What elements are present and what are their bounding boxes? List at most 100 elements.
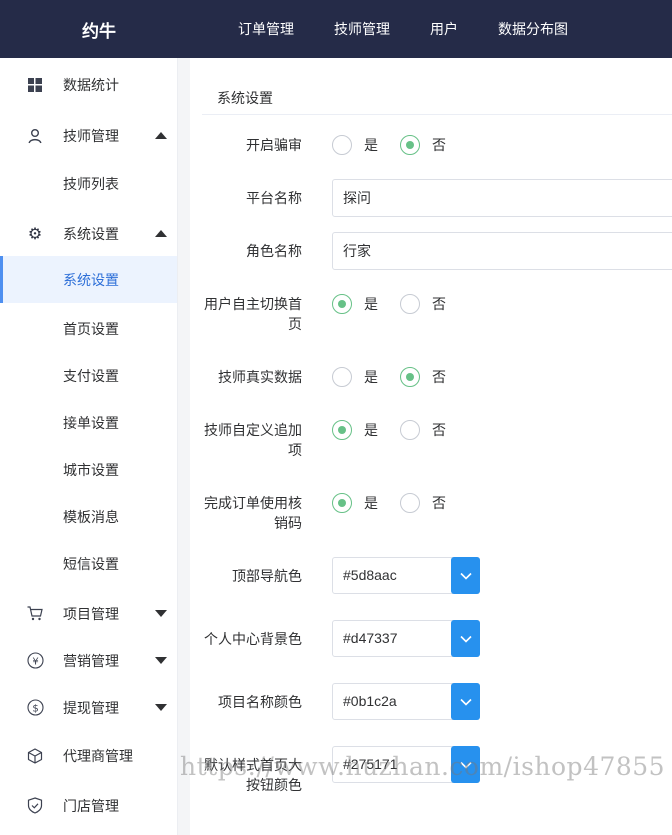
radio-label: 是 [364,296,378,312]
chevron-down-icon [155,610,167,617]
custom-items-label: 技师自定义追加 项 [190,420,302,460]
item-name-color-picker[interactable]: #0b1c2a [332,683,480,720]
real-data-no-radio[interactable]: 否 [400,367,446,387]
radio-label: 是 [364,137,378,153]
label-line: 按钮颜色 [246,777,302,793]
radio-label: 是 [364,495,378,511]
custom-items-yes-radio[interactable]: 是 [332,420,378,440]
app-logo[interactable]: 约牛 [0,0,198,58]
radio-label: 否 [432,495,446,511]
sidebar-item-label: 支付设置 [63,367,119,384]
radio-label: 否 [432,422,446,438]
top-nav-bar: 约牛 订单管理 技师管理 用户 数据分布图 [0,0,672,58]
radio-circle-checked [332,420,352,440]
nav-data-distribution[interactable]: 数据分布图 [478,0,588,58]
sidebar-item-city-settings[interactable]: 城市设置 [0,446,177,493]
review-no-radio[interactable]: 否 [400,135,446,155]
sidebar-item-label: 提现管理 [63,699,119,716]
color-value: #0b1c2a [343,693,397,709]
chevron-down-icon[interactable] [451,557,480,594]
cube-icon [24,745,46,767]
nav-orders[interactable]: 订单管理 [198,0,314,58]
nav-users[interactable]: 用户 [410,0,478,58]
switch-home-no-radio[interactable]: 否 [400,294,446,314]
nav-technicians[interactable]: 技师管理 [314,0,410,58]
yen-icon: ¥ [24,650,46,672]
label-line: 页 [288,316,302,332]
role-name-label: 角色名称 [246,243,302,259]
switch-home-label: 用户自主切换首 页 [190,294,302,334]
top-nav-color-label: 顶部导航色 [232,568,302,584]
verify-code-yes-radio[interactable]: 是 [332,493,378,513]
sidebar-item-marketing[interactable]: ¥ 营销管理 [0,637,177,684]
user-icon [24,125,46,147]
center-bg-color-picker[interactable]: #d47337 [332,620,480,657]
sidebar-item-technician-list[interactable]: 技师列表 [0,160,177,207]
label-line: 销码 [274,515,302,531]
sidebar-item-payment-settings[interactable]: 支付设置 [0,352,177,399]
role-name-input[interactable] [332,232,672,270]
item-name-color-label: 项目名称颜色 [218,694,302,710]
sidebar-item-home-settings[interactable]: 首页设置 [0,305,177,352]
label-line: 技师自定义追加 [204,422,302,438]
sidebar-item-technicians[interactable]: 技师管理 [0,112,177,159]
windows-icon [24,74,46,96]
radio-circle [400,294,420,314]
radio-circle [332,367,352,387]
sidebar-item-label: 营销管理 [63,652,119,669]
sidebar-item-label: 城市设置 [63,461,119,478]
chevron-down-icon[interactable] [451,746,480,783]
verify-code-label: 完成订单使用核 销码 [190,493,302,533]
platform-name-input[interactable] [332,179,672,217]
sidebar-item-sms-settings[interactable]: 短信设置 [0,540,177,587]
main-nav: 订单管理 技师管理 用户 数据分布图 [198,0,588,58]
divider [202,114,672,115]
chevron-down-icon [155,657,167,664]
svg-text:$: $ [32,703,38,714]
cart-icon [24,603,46,625]
real-data-label: 技师真实数据 [218,369,302,385]
sidebar-item-stats[interactable]: 数据统计 [0,61,177,108]
sidebar-item-projects[interactable]: 项目管理 [0,590,177,637]
sidebar-item-label: 技师管理 [63,127,119,144]
sidebar-item-withdrawals[interactable]: $ 提现管理 [0,684,177,731]
top-nav-color-picker[interactable]: #5d8aac [332,557,480,594]
chevron-down-icon[interactable] [451,620,480,657]
sidebar-item-agents[interactable]: 代理商管理 [0,732,177,779]
radio-circle [400,420,420,440]
sidebar-item-order-settings[interactable]: 接单设置 [0,399,177,446]
dollar-icon: $ [24,697,46,719]
chevron-down-icon [155,704,167,711]
radio-circle-checked [332,493,352,513]
sidebar-item-label: 数据统计 [63,76,119,93]
shield-icon [24,795,46,817]
color-value: #5d8aac [343,567,397,583]
sidebar-item-label: 系统设置 [63,271,119,288]
label-line: 默认样式首页大 [204,757,302,773]
custom-items-no-radio[interactable]: 否 [400,420,446,440]
label-line: 完成订单使用核 [204,495,302,511]
gear-icon: ⚙ [27,225,43,243]
radio-label: 否 [432,137,446,153]
real-data-yes-radio[interactable]: 是 [332,367,378,387]
home-button-color-picker[interactable]: #275171 [332,746,480,783]
sidebar-item-template-messages[interactable]: 模板消息 [0,493,177,540]
sidebar-item-label: 模板消息 [63,508,119,525]
radio-circle [332,135,352,155]
center-bg-color-label: 个人中心背景色 [204,631,302,647]
review-yes-radio[interactable]: 是 [332,135,378,155]
sidebar-item-stores[interactable]: 门店管理 [0,782,177,829]
radio-circle [400,493,420,513]
switch-home-yes-radio[interactable]: 是 [332,294,378,314]
sidebar-item-system-settings-sub[interactable]: 系统设置 [0,256,177,303]
radio-label: 是 [364,422,378,438]
sidebar-item-label: 项目管理 [63,605,119,622]
page-title: 系统设置 [217,90,273,106]
radio-circle-checked [332,294,352,314]
verify-code-no-radio[interactable]: 否 [400,493,446,513]
radio-circle-checked [400,367,420,387]
radio-label: 否 [432,296,446,312]
sidebar-item-system-settings[interactable]: ⚙ 系统设置 [0,210,177,257]
label-line: 项 [288,442,302,458]
chevron-down-icon[interactable] [451,683,480,720]
